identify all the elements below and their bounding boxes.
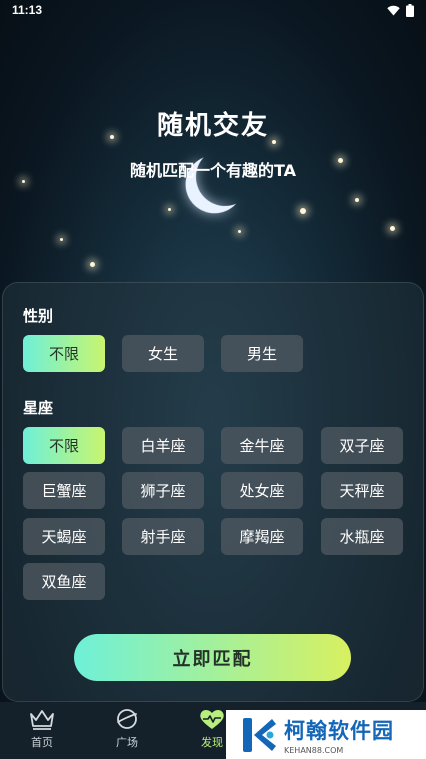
star [238, 230, 241, 233]
gender-option-male[interactable]: 男生 [221, 335, 303, 372]
battery-icon [406, 3, 414, 17]
match-now-button[interactable]: 立即匹配 [74, 634, 351, 681]
star [300, 208, 306, 214]
status-time: 11:13 [12, 3, 43, 17]
status-bar: 11:13 [0, 0, 426, 20]
tab-home[interactable]: 首页 [12, 708, 72, 756]
star [168, 208, 171, 211]
zodiac-option-taurus[interactable]: 金牛座 [221, 427, 303, 464]
zodiac-option-capricorn[interactable]: 摩羯座 [221, 518, 303, 555]
watermark-logo: 柯翰软件园 KEHAN88.COM [226, 710, 426, 759]
tab-square-label: 广场 [116, 736, 138, 749]
zodiac-option-sagittarius[interactable]: 射手座 [122, 518, 204, 555]
gender-option-any[interactable]: 不限 [23, 335, 105, 372]
zodiac-section-label: 星座 [23, 399, 54, 417]
crown-icon [30, 710, 54, 730]
zodiac-option-aries[interactable]: 白羊座 [122, 427, 204, 464]
tab-home-label: 首页 [31, 736, 53, 749]
star [355, 198, 359, 202]
page-subtitle: 随机匹配一个有趣的TA [129, 161, 297, 180]
zodiac-option-aquarius[interactable]: 水瓶座 [321, 518, 403, 555]
zodiac-option-leo[interactable]: 狮子座 [122, 472, 204, 509]
heart-pulse-icon [200, 710, 224, 729]
star [90, 262, 95, 267]
star [390, 226, 395, 231]
watermark-title: 柯翰软件园 [284, 718, 394, 743]
planet-icon [117, 709, 137, 729]
page-title: 随机交友 [156, 111, 269, 141]
zodiac-option-libra[interactable]: 天秤座 [321, 472, 403, 509]
zodiac-option-virgo[interactable]: 处女座 [221, 472, 303, 509]
tab-square[interactable]: 广场 [97, 708, 157, 756]
gender-option-female[interactable]: 女生 [122, 335, 204, 372]
watermark-url: KEHAN88.COM [284, 745, 344, 755]
zodiac-option-gemini[interactable]: 双子座 [321, 427, 403, 464]
zodiac-option-any[interactable]: 不限 [23, 427, 105, 464]
zodiac-option-scorpio[interactable]: 天蝎座 [23, 518, 105, 555]
wifi-icon [387, 5, 400, 15]
zodiac-option-cancer[interactable]: 巨蟹座 [23, 472, 105, 509]
tab-discover-label: 发现 [201, 736, 223, 749]
zodiac-option-pisces[interactable]: 双鱼座 [23, 563, 105, 600]
gender-section-label: 性别 [23, 307, 54, 325]
star [60, 238, 63, 241]
k-logo-icon [243, 717, 276, 752]
status-icons [387, 3, 414, 17]
